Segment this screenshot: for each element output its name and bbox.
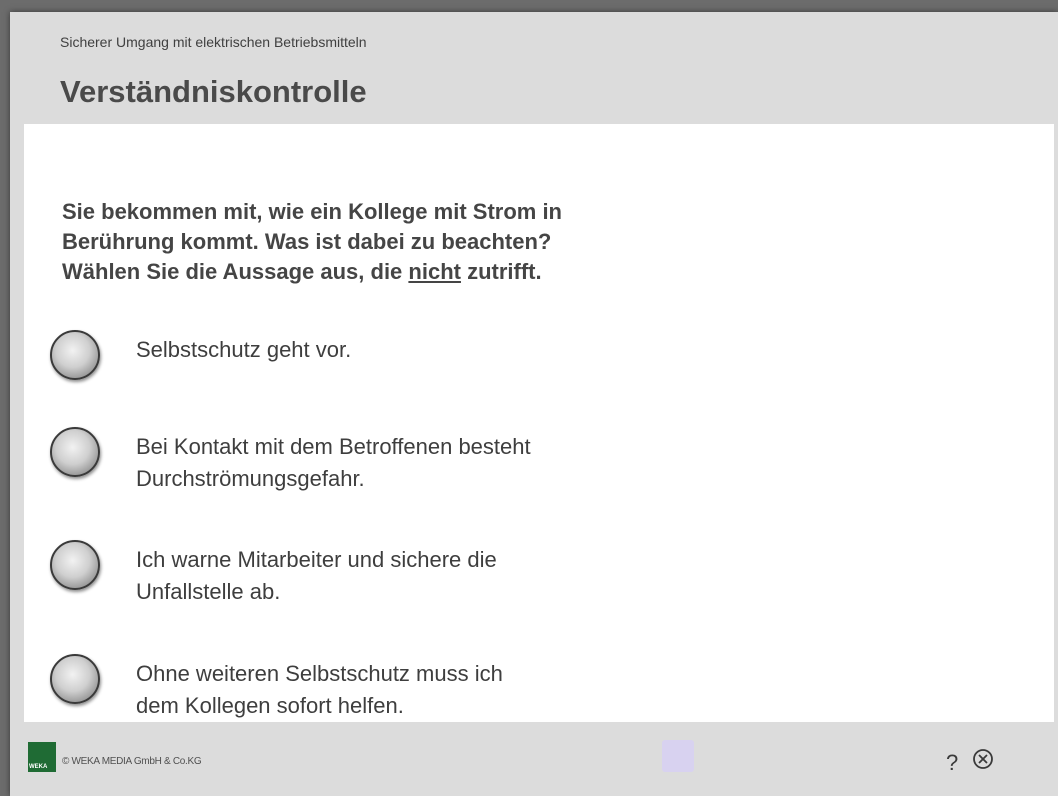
answer-option-2[interactable]: Bei Kontakt mit dem Betroffenen besteht … (50, 423, 690, 491)
answer-label: Selbstschutz geht vor. (136, 337, 352, 362)
help-button[interactable]: ? (946, 750, 958, 776)
footer-bar: WEKA © WEKA MEDIA GmbH & Co.KG ? (10, 724, 1058, 796)
question-line-1: Sie bekommen mit, wie ein Kollege mit St… (62, 199, 562, 224)
weka-logo: WEKA (28, 742, 56, 772)
course-window: Sicherer Umgang mit elektrischen Betrieb… (10, 12, 1058, 796)
answer-label: Ohne weiteren Selbstschutz muss ich dem … (136, 661, 503, 718)
radio-button[interactable] (50, 540, 100, 590)
answer-label: Bei Kontakt mit dem Betroffenen besteht … (136, 434, 531, 491)
radio-button[interactable] (50, 330, 100, 380)
question-text: Sie bekommen mit, wie ein Kollege mit St… (62, 197, 702, 287)
answer-option-4[interactable]: Ohne weiteren Selbstschutz muss ich dem … (50, 650, 690, 718)
question-line-2: Berührung kommt. Was ist dabei zu beacht… (62, 229, 552, 254)
question-line-3-end: zutrifft. (460, 259, 542, 284)
course-title: Sicherer Umgang mit elektrischen Betrieb… (60, 34, 367, 50)
answer-label: Ich warne Mitarbeiter und sichere die Un… (136, 547, 497, 604)
screen-frame: Sicherer Umgang mit elektrischen Betrieb… (0, 0, 1058, 796)
page-title: Verständniskontrolle (60, 74, 367, 109)
radio-button[interactable] (50, 427, 100, 477)
copyright-text: © WEKA MEDIA GmbH & Co.KG (62, 756, 202, 767)
question-emphasis: nicht (408, 259, 461, 284)
radio-button[interactable] (50, 654, 100, 704)
quiz-panel: Sie bekommen mit, wie ein Kollege mit St… (24, 124, 1054, 722)
logo-text: WEKA (29, 764, 48, 770)
question-line-3-start: Wählen Sie die Aussage aus, die (62, 259, 409, 284)
answer-option-3[interactable]: Ich warne Mitarbeiter und sichere die Un… (50, 536, 690, 604)
close-circle-icon[interactable] (972, 748, 994, 770)
answer-option-1[interactable]: Selbstschutz geht vor. (50, 326, 690, 386)
question-line-3: Wählen Sie die Aussage aus, die nicht zu… (62, 257, 702, 287)
navigation-button[interactable] (662, 740, 694, 772)
